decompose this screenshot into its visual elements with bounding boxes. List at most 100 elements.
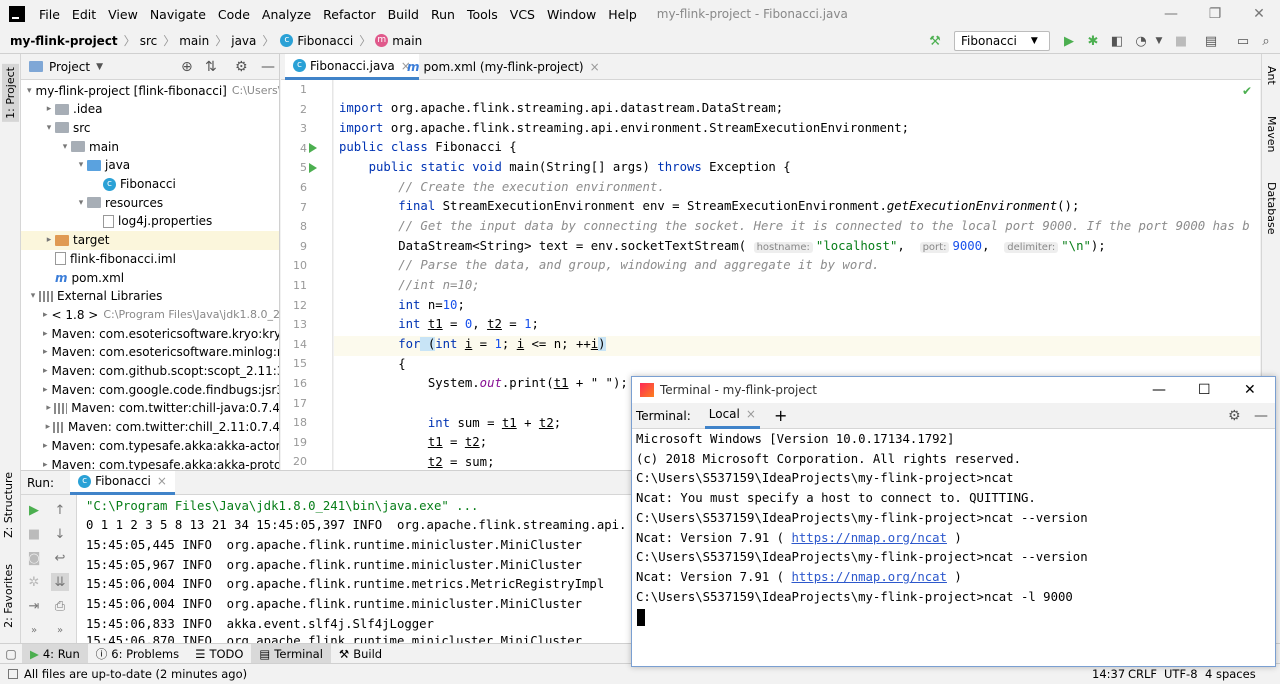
locate-icon[interactable]: ⊕ (181, 59, 193, 75)
tree-node[interactable]: m pom.xml (21, 268, 279, 287)
tree-node[interactable]: ▾ resources (21, 193, 279, 212)
expand-arrow-icon[interactable]: ▸ (43, 329, 48, 339)
tree-node[interactable]: ▸ Maven: com.twitter:chill_2.11:0.7.4 (21, 418, 279, 437)
tree-node[interactable]: ▾ src (21, 118, 279, 137)
restore-icon[interactable]: ❐ (1192, 0, 1238, 28)
tree-node[interactable]: ▸ Maven: com.esotericsoftware.minlog:mir (21, 343, 279, 362)
chevron-down-icon[interactable]: ▼ (96, 62, 103, 72)
inspection-ok-icon[interactable]: ✔ (1242, 84, 1252, 98)
indent-setting[interactable]: 4 spaces (1205, 667, 1256, 681)
menu-tools[interactable]: Tools (461, 7, 504, 22)
coverage-icon[interactable]: ◧ (1108, 32, 1126, 50)
expand-arrow-icon[interactable]: ▸ (43, 366, 48, 376)
menu-help[interactable]: Help (602, 7, 643, 22)
menu-navigate[interactable]: Navigate (144, 7, 212, 22)
breadcrumb-project[interactable]: my-flink-project (10, 34, 118, 48)
minimize-icon[interactable]: — (1148, 0, 1194, 28)
hide-panel-icon[interactable]: — (1254, 408, 1268, 424)
terminal-link[interactable]: https://nmap.org/ncat (791, 531, 946, 545)
tree-node[interactable]: ▸ Maven: com.typesafe.akka:akka-protobu (21, 455, 279, 471)
tree-node[interactable]: ▸ target (21, 230, 279, 250)
search-icon[interactable]: ⌕ (1257, 32, 1275, 50)
tree-node[interactable]: ▸ < 1.8 > C:\Program Files\Java\jdk1.8.0_2… (21, 305, 279, 324)
line-separator[interactable]: CRLF (1128, 667, 1157, 681)
menu-view[interactable]: View (102, 7, 144, 22)
close-icon[interactable]: ✕ (1236, 0, 1280, 28)
tab-terminal[interactable]: ▤ Terminal (251, 643, 331, 664)
project-structure-icon[interactable]: ▤ (1202, 32, 1220, 50)
print-icon[interactable]: ⎙ (51, 597, 69, 615)
settings-run-icon[interactable]: ✲ (25, 573, 43, 591)
more-icon[interactable]: » (51, 621, 69, 639)
expand-arrow-icon[interactable]: ▸ (43, 460, 48, 470)
breadcrumb-java[interactable]: java (231, 34, 256, 48)
collapse-all-icon[interactable]: ⇅ (205, 59, 217, 75)
maximize-icon[interactable]: ☐ (1198, 382, 1211, 398)
tree-node[interactable]: ▸Maven: com.typesafe.akka:akka-actor_2.1 (21, 436, 279, 455)
tree-node[interactable]: c Fibonacci (21, 175, 279, 194)
tab-problems[interactable]: ⓘ 6: Problems (88, 644, 187, 664)
tree-node[interactable]: flink-fibonacci.iml (21, 249, 279, 268)
menu-file[interactable]: File (33, 7, 66, 22)
expand-arrow-icon[interactable]: ▾ (27, 86, 32, 96)
terminal-output[interactable]: Microsoft Windows [Version 10.0.17134.17… (632, 429, 1275, 666)
more-icon[interactable]: » (25, 621, 43, 639)
close-tab-icon[interactable]: × (157, 474, 167, 488)
expand-arrow-icon[interactable]: ▸ (43, 403, 54, 413)
terminal-toolbar-icon[interactable]: ▭ (1234, 32, 1252, 50)
expand-arrow-icon[interactable]: ▸ (43, 347, 48, 357)
terminal-tab-local[interactable]: Local × (704, 403, 760, 429)
favorites-tool-tab[interactable]: 2: Favorites (2, 564, 15, 628)
breadcrumb-fibonacci[interactable]: Fibonacci (297, 34, 353, 48)
menu-build[interactable]: Build (382, 7, 425, 22)
gear-icon[interactable]: ⚙ (1228, 408, 1241, 424)
project-view-select[interactable]: Project (49, 60, 90, 74)
caret-position[interactable]: 14:37 (1092, 667, 1125, 681)
menu-window[interactable]: Window (541, 7, 602, 22)
expand-arrow-icon[interactable]: ▸ (43, 235, 55, 245)
expand-arrow-icon[interactable]: ▸ (43, 385, 48, 395)
minimize-icon[interactable]: — (1152, 382, 1166, 398)
run-tab-fibonacci[interactable]: c Fibonacci × (70, 470, 175, 495)
menu-vcs[interactable]: VCS (504, 7, 541, 22)
expand-arrow-icon[interactable]: ▸ (43, 104, 55, 114)
tool-windows-icon[interactable]: ▢ (0, 647, 22, 661)
scroll-to-end-icon[interactable]: ⇊ (51, 573, 69, 591)
tree-node[interactable]: ▾ main (21, 137, 279, 156)
tab-build[interactable]: ⚒ Build (331, 644, 390, 664)
run-icon[interactable]: ▶ (1060, 32, 1078, 50)
menu-run[interactable]: Run (425, 7, 461, 22)
expand-arrow-icon[interactable]: ▸ (43, 441, 48, 451)
new-terminal-tab-icon[interactable]: + (774, 406, 787, 425)
expand-arrow-icon[interactable]: ▾ (59, 142, 71, 152)
close-icon[interactable]: ✕ (1244, 382, 1256, 398)
breadcrumb-main-method[interactable]: main (392, 34, 422, 48)
stop-run-icon[interactable]: ■ (25, 525, 43, 543)
rerun-icon[interactable]: ▶ (25, 501, 43, 519)
chevron-down-icon[interactable]: ▼ (1150, 32, 1168, 50)
stop-icon[interactable]: ■ (1172, 32, 1190, 50)
terminal-title-bar[interactable]: Terminal - my-flink-project — ☐ ✕ (632, 377, 1275, 403)
status-message[interactable]: All files are up-to-date (2 minutes ago) (24, 667, 247, 681)
database-tool-tab[interactable]: Database (1265, 182, 1278, 235)
tree-node[interactable]: ▾ java (21, 156, 279, 175)
tree-node[interactable]: ▾ External Libraries (21, 287, 279, 306)
close-tab-icon[interactable]: × (590, 60, 600, 74)
menu-edit[interactable]: Edit (66, 7, 102, 22)
maven-tool-tab[interactable]: Maven (1265, 116, 1278, 152)
camera-icon[interactable]: ◙ (25, 549, 43, 567)
ant-tool-tab[interactable]: Ant (1265, 66, 1278, 85)
expand-arrow-icon[interactable]: ▾ (43, 123, 55, 133)
menu-refactor[interactable]: Refactor (317, 7, 381, 22)
run-main-gutter-icon[interactable] (309, 163, 317, 173)
close-tab-icon[interactable]: × (746, 407, 756, 421)
expand-arrow-icon[interactable]: ▸ (43, 422, 53, 432)
tree-node[interactable]: ▸ Maven: com.esotericsoftware.kryo:kryo:2 (21, 324, 279, 343)
file-encoding[interactable]: UTF-8 (1164, 667, 1198, 681)
tree-node[interactable]: ▸ Maven: com.google.code.findbugs:jsr305 (21, 380, 279, 399)
debug-icon[interactable]: ✱ (1084, 32, 1102, 50)
tab-pom-xml[interactable]: m pom.xml (my-flink-project) × (399, 54, 608, 80)
expand-arrow-icon[interactable]: ▾ (27, 291, 39, 301)
project-tool-tab[interactable]: 1: Project (2, 64, 19, 122)
status-toggle-icon[interactable] (8, 669, 18, 679)
